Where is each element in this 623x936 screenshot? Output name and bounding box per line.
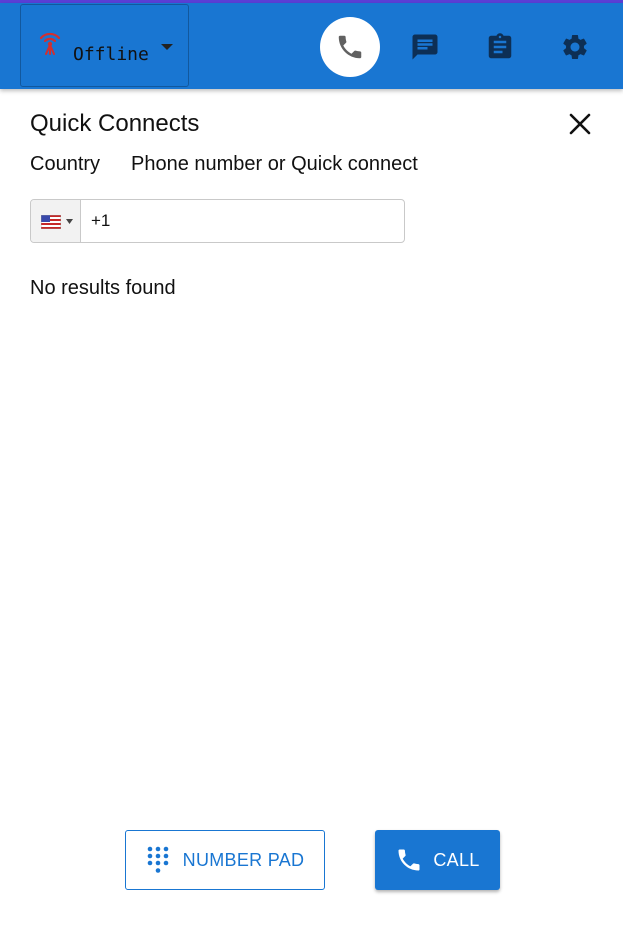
- agent-status-label: Offline: [73, 44, 149, 65]
- number-pad-button[interactable]: NUMBER PAD: [125, 830, 325, 890]
- us-flag-icon: [41, 215, 61, 229]
- country-caret-icon: [66, 219, 73, 224]
- phone-number-label: Phone number or Quick connect: [131, 153, 418, 175]
- caret-down-icon: [161, 44, 173, 50]
- phone-number-input[interactable]: [81, 200, 403, 242]
- gear-icon[interactable]: [560, 32, 590, 62]
- panel-title: Quick Connects: [30, 110, 200, 137]
- country-label: Country: [30, 153, 101, 175]
- country-selector[interactable]: [31, 200, 81, 242]
- agent-status-dropdown[interactable]: Offline: [20, 4, 189, 87]
- close-icon[interactable]: [568, 112, 592, 136]
- offline-signal-icon: [39, 32, 61, 55]
- number-pad-label: NUMBER PAD: [182, 849, 305, 870]
- clipboard-icon[interactable]: [485, 32, 515, 62]
- dialpad-icon: [147, 846, 168, 873]
- nav-phone-button[interactable]: [320, 17, 380, 77]
- chat-icon[interactable]: [410, 32, 440, 62]
- phone-icon: [398, 849, 420, 871]
- phone-icon: [338, 35, 362, 59]
- call-button[interactable]: CALL: [375, 830, 500, 890]
- top-bar: Offline: [0, 3, 623, 89]
- phone-input-group: [30, 199, 405, 243]
- call-label: CALL: [433, 849, 480, 870]
- empty-results-message: No results found: [30, 277, 176, 299]
